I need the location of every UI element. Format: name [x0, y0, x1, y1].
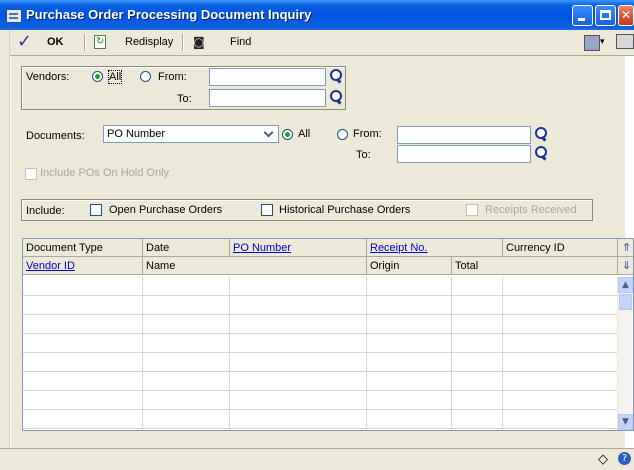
col-vendor-id[interactable]: Vendor ID	[23, 257, 143, 275]
documents-from-label: From:	[353, 128, 382, 140]
include-on-hold-label: Include POs On Hold Only	[40, 167, 170, 179]
results-grid: Document Type Date PO Number Receipt No.…	[22, 238, 634, 431]
documents-from-radio[interactable]	[337, 129, 348, 140]
table-row[interactable]	[23, 334, 618, 353]
include-label: Include:	[26, 205, 65, 217]
grid-cell-divider	[23, 277, 503, 296]
chevron-down-icon[interactable]	[262, 126, 278, 142]
table-row[interactable]	[23, 391, 618, 410]
documents-from-field[interactable]	[397, 126, 531, 144]
grid-cell-divider	[23, 372, 503, 391]
documents-to-field[interactable]	[397, 145, 531, 163]
include-on-hold-checkbox[interactable]	[25, 168, 37, 180]
documents-select-value: PO Number	[107, 128, 166, 140]
receipts-received-label: Receipts Received	[485, 204, 577, 216]
grid-cell-divider	[23, 410, 503, 429]
documents-all-label: All	[298, 128, 311, 140]
scroll-down-icon[interactable]: ▼	[618, 414, 633, 430]
redisplay-button[interactable]: Redisplay	[125, 36, 173, 48]
col-total[interactable]: Total	[452, 257, 618, 275]
receipts-received-checkbox[interactable]	[466, 204, 478, 216]
grid-cell-divider	[23, 296, 503, 315]
documents-to-lookup-icon[interactable]	[533, 145, 549, 161]
grid-cell-divider	[23, 353, 503, 372]
chevron-down-icon[interactable]: ▾	[600, 37, 605, 47]
scroll-up-icon[interactable]: ▲	[618, 277, 633, 293]
vendors-label: Vendors:	[26, 71, 70, 83]
printer-icon[interactable]	[616, 34, 634, 49]
help-icon[interactable]: ?	[618, 452, 631, 465]
table-row[interactable]	[23, 277, 618, 296]
vendors-from-field[interactable]	[209, 68, 326, 86]
checkmark-icon: ✓	[17, 31, 33, 52]
table-row[interactable]	[23, 410, 618, 429]
minimize-button[interactable]	[572, 5, 593, 26]
col-name[interactable]: Name	[143, 257, 367, 275]
col-po-number[interactable]: PO Number	[230, 239, 367, 257]
expand-up-icon[interactable]: ⇑	[618, 239, 633, 257]
historical-po-checkbox[interactable]	[261, 204, 273, 216]
grid-cell-divider	[23, 315, 503, 334]
table-row[interactable]	[23, 372, 618, 391]
expand-down-icon[interactable]: ⇓	[618, 257, 633, 275]
open-po-label: Open Purchase Orders	[109, 204, 223, 216]
toolbar: ✓ OK ↻ Redisplay ◙ Find ▾	[0, 30, 634, 56]
binoculars-icon: ◙	[193, 35, 205, 49]
grid-cell-divider	[23, 391, 503, 410]
documents-from-lookup-icon[interactable]	[533, 126, 549, 142]
title-bar: Purchase Order Processing Document Inqui…	[0, 0, 634, 30]
vendors-all-radio[interactable]	[92, 71, 103, 82]
window-icon	[6, 9, 22, 23]
ok-button[interactable]: OK	[47, 36, 64, 48]
redisplay-icon: ↻	[94, 35, 106, 49]
documents-all-radio[interactable]	[282, 129, 293, 140]
historical-po-label: Historical Purchase Orders	[279, 204, 411, 216]
find-button[interactable]: Find	[230, 36, 251, 48]
vendors-from-radio[interactable]	[140, 71, 151, 82]
close-button[interactable]: ✕	[618, 5, 634, 26]
window-title: Purchase Order Processing Document Inqui…	[26, 7, 312, 22]
vendors-from-label: From:	[158, 71, 187, 83]
open-po-checkbox[interactable]	[90, 204, 102, 216]
col-origin[interactable]: Origin	[367, 257, 452, 275]
note-icon[interactable]: ◇	[598, 452, 608, 467]
col-document-type[interactable]: Document Type	[23, 239, 143, 257]
grid-cell-divider	[23, 334, 503, 353]
vendors-from-lookup-icon[interactable]	[328, 68, 344, 84]
table-row[interactable]	[23, 296, 618, 315]
window-menu-icon[interactable]	[584, 35, 600, 51]
col-currency-id[interactable]: Currency ID	[503, 239, 618, 257]
scroll-thumb[interactable]	[619, 294, 632, 310]
vendors-all-label[interactable]: All	[108, 70, 123, 84]
vendors-to-label: To:	[177, 93, 192, 105]
documents-to-label: To:	[356, 149, 371, 161]
status-bar: ◇ ?	[0, 448, 634, 470]
maximize-button[interactable]	[595, 5, 616, 26]
left-edge	[0, 30, 10, 469]
grid-scrollbar[interactable]: ▲ ▼	[617, 277, 633, 430]
vendors-to-lookup-icon[interactable]	[328, 89, 344, 105]
documents-select[interactable]: PO Number	[103, 125, 279, 143]
col-date[interactable]: Date	[143, 239, 230, 257]
table-row[interactable]	[23, 353, 618, 372]
documents-label: Documents:	[26, 130, 85, 142]
close-icon: ✕	[620, 8, 632, 22]
col-receipt-no[interactable]: Receipt No.	[367, 239, 503, 257]
table-row[interactable]	[23, 315, 618, 334]
vendors-to-field[interactable]	[209, 89, 326, 107]
